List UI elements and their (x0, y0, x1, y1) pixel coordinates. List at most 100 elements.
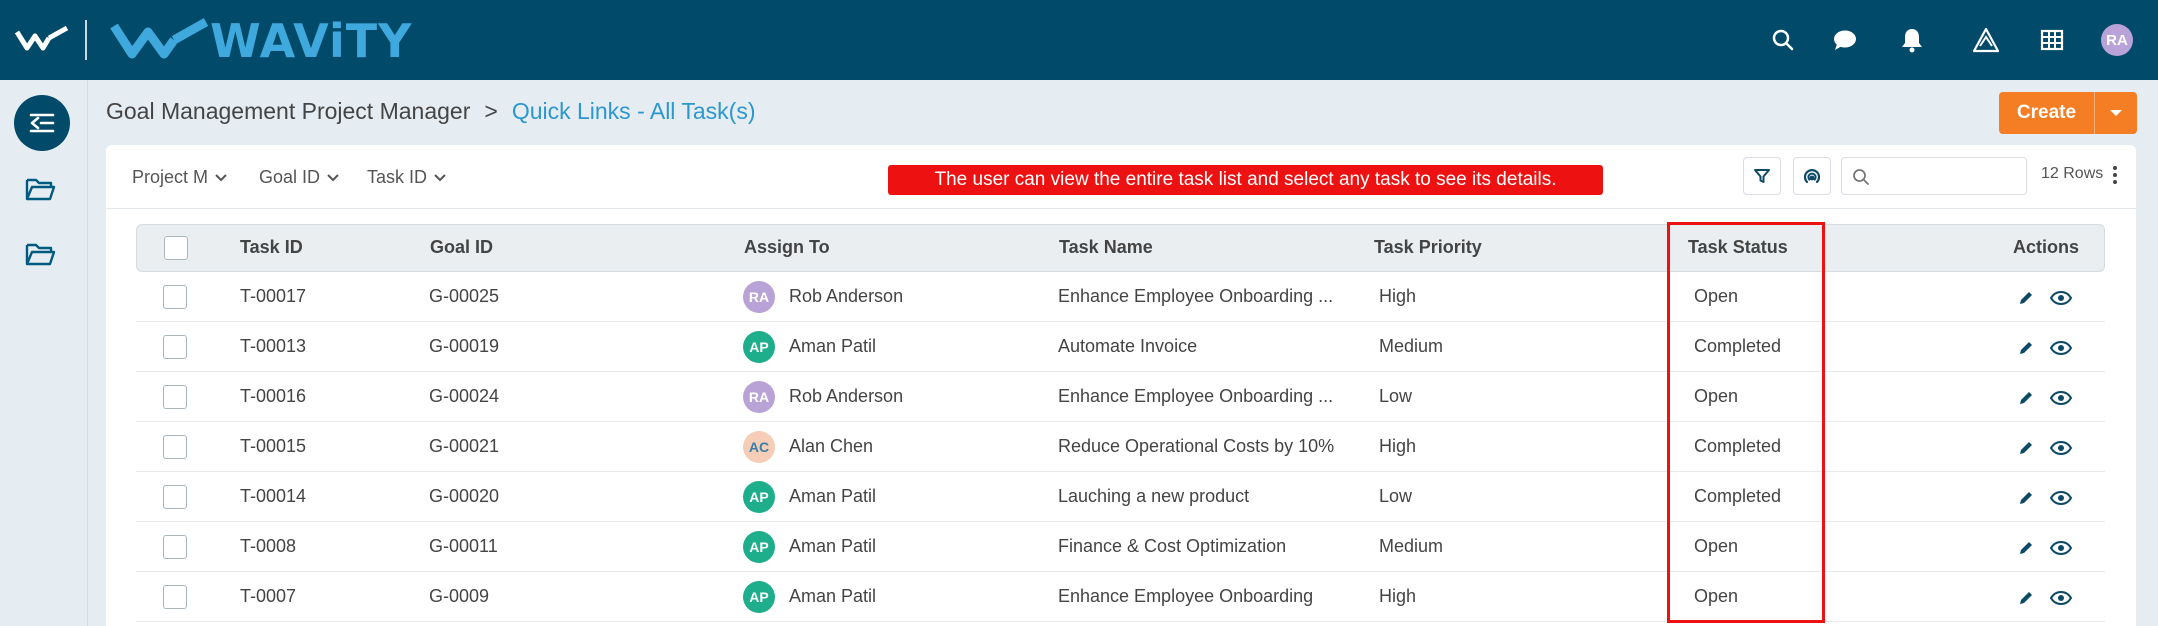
status-cell: Completed (1694, 486, 1782, 506)
priority-cell: Low (1379, 486, 1413, 506)
edit-pencil-icon[interactable] (2015, 437, 2037, 459)
row-checkbox[interactable] (163, 535, 187, 559)
row-checkbox[interactable] (163, 335, 187, 359)
task-id-cell[interactable]: T-00014 (240, 486, 306, 507)
more-options-icon[interactable] (2110, 163, 2120, 187)
view-eye-icon[interactable] (2050, 587, 2072, 609)
task-id-cell[interactable]: T-00013 (240, 336, 306, 357)
table-row[interactable]: T-0008 G-00011 AP Aman Patil Finance & C… (136, 522, 2105, 572)
filter-button[interactable] (1743, 157, 1781, 195)
view-eye-icon[interactable] (2050, 537, 2072, 559)
select-all-checkbox[interactable] (164, 236, 188, 260)
priority-cell: High (1379, 586, 1417, 606)
wavity-small-logo[interactable] (15, 24, 69, 54)
collapse-menu-button[interactable] (14, 95, 70, 151)
bell-icon[interactable] (1896, 24, 1928, 56)
table-row[interactable]: T-00017 G-00025 RA Rob Anderson Enhance … (136, 272, 2105, 322)
assignee-avatar: AC (743, 431, 775, 463)
priority-cell: High (1379, 436, 1417, 456)
task-id-cell[interactable]: T-0008 (240, 536, 296, 557)
user-avatar[interactable]: RA (2101, 24, 2133, 56)
row-checkbox[interactable] (163, 585, 187, 609)
row-checkbox[interactable] (163, 385, 187, 409)
search-field (1841, 157, 2027, 195)
table-row[interactable]: T-00014 G-00020 AP Aman Patil Lauching a… (136, 472, 2105, 522)
table-row[interactable]: T-00013 G-00019 AP Aman Patil Automate I… (136, 322, 2105, 372)
search-input[interactable] (1878, 164, 2018, 190)
broadcast-button[interactable] (1793, 157, 1831, 195)
task-id-cell[interactable]: T-0007 (240, 586, 296, 607)
signal-icon (1803, 169, 1821, 184)
column-goal-id[interactable]: Goal ID (430, 237, 493, 258)
sidebar (0, 80, 88, 626)
assignee-avatar: RA (743, 281, 775, 313)
goal-id-cell: G-00024 (429, 386, 500, 406)
column-task-id[interactable]: Task ID (240, 237, 303, 258)
breadcrumb-current[interactable]: Quick Links - All Task(s) (512, 98, 756, 125)
task-name-cell: Enhance Employee Onboarding (1058, 586, 1314, 606)
assignee-avatar: AP (743, 331, 775, 363)
row-checkbox[interactable] (163, 285, 187, 309)
view-eye-icon[interactable] (2050, 437, 2072, 459)
task-id-cell[interactable]: T-00016 (240, 386, 306, 407)
breadcrumb: Goal Management Project Manager > Quick … (106, 98, 756, 125)
table-header: Task ID Goal ID Assign To Task Name Task… (136, 224, 2105, 272)
goal-id-cell: G-00021 (429, 436, 500, 456)
table-row[interactable]: T-00016 G-00024 RA Rob Anderson Enhance … (136, 372, 2105, 422)
assignee-name: Aman Patil (789, 536, 877, 556)
filter-goal-id[interactable]: Goal ID (259, 167, 340, 188)
status-cell: Completed (1694, 436, 1782, 456)
row-checkbox[interactable] (163, 485, 187, 509)
edit-pencil-icon[interactable] (2015, 387, 2037, 409)
filter-project-manager[interactable]: Project M (132, 167, 228, 188)
caret-down-icon (2110, 110, 2122, 116)
table-row[interactable]: T-00015 G-00021 AC Alan Chen Reduce Oper… (136, 422, 2105, 472)
create-button-label[interactable]: Create (1999, 92, 2095, 134)
status-cell: Open (1694, 536, 1739, 556)
assignee-avatar: AP (743, 581, 775, 613)
create-dropdown-toggle[interactable] (2095, 92, 2137, 134)
view-eye-icon[interactable] (2050, 287, 2072, 309)
goal-id-cell: G-00019 (429, 336, 500, 356)
breadcrumb-root[interactable]: Goal Management Project Manager (106, 98, 470, 125)
column-task-priority[interactable]: Task Priority (1374, 237, 1482, 258)
goal-id-cell: G-00020 (429, 486, 500, 506)
folder-open-icon[interactable] (24, 240, 56, 268)
chat-icon[interactable] (1829, 24, 1861, 56)
assignee-name: Aman Patil (789, 336, 877, 356)
column-assign-to[interactable]: Assign To (744, 237, 830, 258)
assignee-name: Aman Patil (789, 486, 877, 506)
priority-cell: Low (1379, 386, 1413, 406)
table-row[interactable]: T-0007 G-0009 AP Aman Patil Enhance Empl… (136, 572, 2105, 622)
task-id-cell[interactable]: T-00015 (240, 436, 306, 457)
task-name-cell: Reduce Operational Costs by 10% (1058, 436, 1335, 456)
alert-triangle-icon[interactable] (1970, 24, 2002, 56)
assignee-avatar: RA (743, 381, 775, 413)
view-eye-icon[interactable] (2050, 487, 2072, 509)
edit-pencil-icon[interactable] (2015, 537, 2037, 559)
status-cell: Open (1694, 286, 1739, 306)
edit-pencil-icon[interactable] (2015, 487, 2037, 509)
priority-cell: High (1379, 286, 1417, 306)
task-id-cell[interactable]: T-00017 (240, 286, 306, 307)
column-actions: Actions (2013, 237, 2080, 257)
edit-pencil-icon[interactable] (2015, 587, 2037, 609)
edit-pencil-icon[interactable] (2015, 287, 2037, 309)
row-checkbox[interactable] (163, 435, 187, 459)
priority-cell: Medium (1379, 536, 1444, 556)
view-eye-icon[interactable] (2050, 387, 2072, 409)
grid-icon[interactable] (2036, 24, 2068, 56)
folder-open-icon[interactable] (24, 175, 56, 203)
wavity-logo-mark[interactable] (110, 16, 210, 62)
view-eye-icon[interactable] (2050, 337, 2072, 359)
edit-pencil-icon[interactable] (2015, 337, 2037, 359)
assignee-name: Rob Anderson (789, 286, 904, 306)
column-task-status[interactable]: Task Status (1688, 237, 1788, 258)
chevron-down-icon (327, 173, 339, 181)
filter-bar: Project M Goal ID Task ID The user can v… (106, 145, 2136, 209)
column-task-name[interactable]: Task Name (1059, 237, 1153, 258)
top-bar: WAViTY RA (0, 0, 2158, 80)
breadcrumb-separator: > (484, 98, 498, 124)
filter-task-id[interactable]: Task ID (367, 167, 447, 188)
search-icon[interactable] (1767, 24, 1799, 56)
